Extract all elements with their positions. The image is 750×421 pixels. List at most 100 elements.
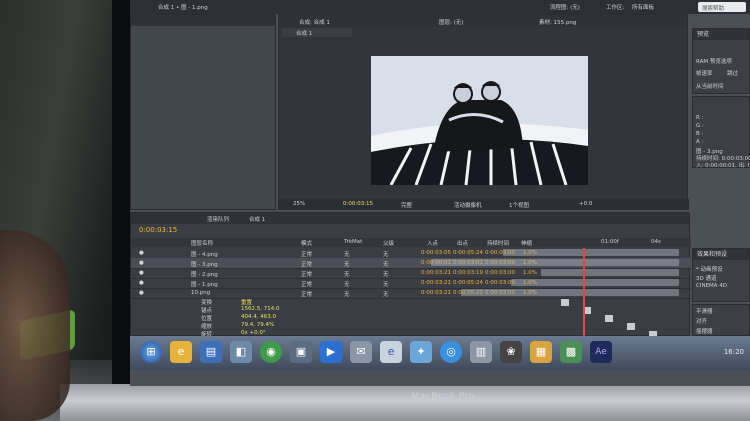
- viewer-footer: 25% 0:00:03:15 完整 活动摄像机 1个视图 +0.0: [279, 199, 689, 210]
- keyframe[interactable]: [627, 323, 635, 330]
- visibility-eye-icon[interactable]: ●: [139, 250, 144, 256]
- from-current-checkbox[interactable]: 从当前时间: [696, 82, 724, 90]
- effects-item[interactable]: CINEMA 4D: [696, 283, 727, 289]
- ruler-mark: 04s: [651, 239, 661, 245]
- laptop-screen: 合成 1 • 图 - 1.png 流程图: (无) 工作区: 所有面板 搜索帮助…: [130, 0, 750, 386]
- film-icon[interactable]: ❀: [500, 341, 522, 363]
- visibility-eye-icon[interactable]: ●: [139, 290, 144, 296]
- table-row[interactable]: 10.png 正常无无 0:00:03:21 0:00:05:22 0:00:03:00…: [131, 288, 691, 299]
- boat-hug-illustration: [371, 56, 588, 185]
- timeline-tabs: 渲染队列 合成 1: [131, 213, 689, 224]
- layer-mode[interactable]: 正常: [301, 260, 312, 268]
- after-effects-icon[interactable]: Ae: [590, 341, 612, 363]
- window-icon[interactable]: ▣: [290, 341, 312, 363]
- keyframe[interactable]: [561, 299, 569, 306]
- camera-select[interactable]: 活动摄像机: [454, 201, 482, 209]
- layer-in: 0:00:03:05: [421, 250, 452, 256]
- layer-parent[interactable]: 无: [383, 260, 389, 268]
- playhead[interactable]: [583, 248, 585, 337]
- layer-duration-bar[interactable]: [461, 289, 679, 296]
- layer-parent[interactable]: 无: [383, 250, 389, 258]
- layer-stretch: 1.0%: [523, 270, 537, 276]
- flowchart-label: 流程图: (无): [550, 5, 580, 11]
- layer-duration-bar[interactable]: [541, 269, 679, 276]
- project-panel-header: [131, 15, 275, 26]
- exposure-value[interactable]: +0.0: [579, 201, 592, 207]
- panel-tab[interactable]: 平滑器: [696, 307, 713, 315]
- layer-trkmat[interactable]: 无: [344, 280, 350, 288]
- layer-mode[interactable]: 正常: [301, 270, 312, 278]
- transform-property-value[interactable]: 重置: [241, 298, 252, 306]
- comp-breadcrumb[interactable]: 合成 1: [282, 28, 352, 37]
- layer-mode[interactable]: 正常: [301, 290, 312, 298]
- chrome-icon[interactable]: ◉: [260, 341, 282, 363]
- transform-property-value[interactable]: 1562.5, 714.0: [241, 306, 280, 312]
- views-select[interactable]: 1个视图: [509, 201, 529, 209]
- explorer-icon[interactable]: ▤: [200, 341, 222, 363]
- search-input[interactable]: 搜索帮助: [702, 4, 724, 12]
- layer-parent[interactable]: 无: [383, 270, 389, 278]
- layer-duration: 0:00:03:00: [485, 270, 516, 276]
- layer-parent[interactable]: 无: [383, 280, 389, 288]
- layer-out: 0:00:05:24: [453, 280, 484, 286]
- layer-trkmat[interactable]: 无: [344, 250, 350, 258]
- project-panel: [130, 14, 276, 210]
- tab-render-queue[interactable]: 渲染队列: [207, 215, 229, 224]
- quality-select[interactable]: 完整: [401, 201, 412, 209]
- transform-property-value[interactable]: 404.4, 463.0: [241, 314, 276, 320]
- layer-parent[interactable]: 无: [383, 290, 389, 298]
- app-icon[interactable]: ▩: [560, 341, 582, 363]
- layer-duration-bar[interactable]: [511, 279, 679, 286]
- layer-mode[interactable]: 正常: [301, 280, 312, 288]
- layer-in: 0:00:03:21: [421, 270, 452, 276]
- panel-tab[interactable]: 对齐: [696, 317, 707, 325]
- folder-icon[interactable]: ▦: [530, 341, 552, 363]
- media-player-icon[interactable]: ▶: [320, 341, 342, 363]
- ram-preview-label: RAM 预览选项: [696, 59, 732, 65]
- layer-duration-bar[interactable]: [431, 259, 679, 266]
- transform-property-value[interactable]: 79.4, 79.4%: [241, 322, 274, 328]
- layer-duration-bar[interactable]: [503, 249, 679, 256]
- layer-out: 0:00:05:24: [453, 250, 484, 256]
- viewer-timecode[interactable]: 0:00:03:15: [343, 201, 373, 207]
- tab-composition[interactable]: 合成: 合成 1: [299, 18, 330, 27]
- tab-comp-timeline[interactable]: 合成 1: [249, 215, 265, 224]
- framerate-select[interactable]: 跳过: [727, 69, 738, 77]
- layer-trkmat[interactable]: 无: [344, 260, 350, 268]
- layer-trkmat[interactable]: 无: [344, 290, 350, 298]
- transform-property-label: 变换: [201, 300, 213, 306]
- timeline-layers: 图 - 4.png 正常无无 0:00:03:05 0:00:05:24 0:00:03…: [131, 248, 691, 338]
- side-panels-stack: 平滑器 对齐 摇摆器: [692, 304, 750, 336]
- search-box[interactable]: 搜索帮助: [698, 2, 746, 12]
- timeline-column-headers: 图层名称 模式 TrkMat 父级 入点 出点 持续时间 伸缩 01:00f 0…: [131, 238, 691, 247]
- tab-layer[interactable]: 图层: (无): [439, 18, 463, 27]
- visibility-eye-icon[interactable]: ●: [139, 270, 144, 276]
- layer-trkmat[interactable]: 无: [344, 270, 350, 278]
- mail-icon[interactable]: ✉: [350, 341, 372, 363]
- doc-icon[interactable]: ▥: [470, 341, 492, 363]
- visibility-eye-icon[interactable]: ●: [139, 280, 144, 286]
- browser-icon[interactable]: ◎: [440, 341, 462, 363]
- ie-icon[interactable]: e: [170, 341, 192, 363]
- framerate-label: 帧速率: [696, 71, 713, 77]
- app-icon[interactable]: ✦: [410, 341, 432, 363]
- info-panel: R : G : B : A : 图 - 3.png 持续时间: 0:00:03:…: [692, 96, 750, 169]
- layer-out: 0:00:03:19: [453, 270, 484, 276]
- blurred-person: [0, 230, 70, 421]
- transform-property-label: 锚点: [201, 308, 213, 314]
- effects-item[interactable]: 3D 通道: [696, 274, 716, 282]
- effects-item[interactable]: * 动画预设: [696, 265, 723, 273]
- keyframe[interactable]: [605, 315, 613, 322]
- visibility-eye-icon[interactable]: ●: [139, 260, 144, 266]
- start-button[interactable]: ⊞: [140, 341, 162, 363]
- workspace-select[interactable]: 所有面板: [632, 3, 654, 11]
- tab-footage[interactable]: 素材: 155.png: [539, 18, 576, 27]
- layer-mode[interactable]: 正常: [301, 250, 312, 258]
- app-icon[interactable]: ◧: [230, 341, 252, 363]
- app-icon[interactable]: e: [380, 341, 402, 363]
- layer-name: 10.png: [191, 290, 211, 296]
- timeline-current-time[interactable]: 0:00:03:15: [139, 226, 177, 234]
- zoom-select[interactable]: 25%: [293, 201, 305, 207]
- panel-tab[interactable]: 摇摆器: [696, 327, 713, 335]
- project-tab[interactable]: 合成 1 • 图 - 1.png: [158, 3, 208, 11]
